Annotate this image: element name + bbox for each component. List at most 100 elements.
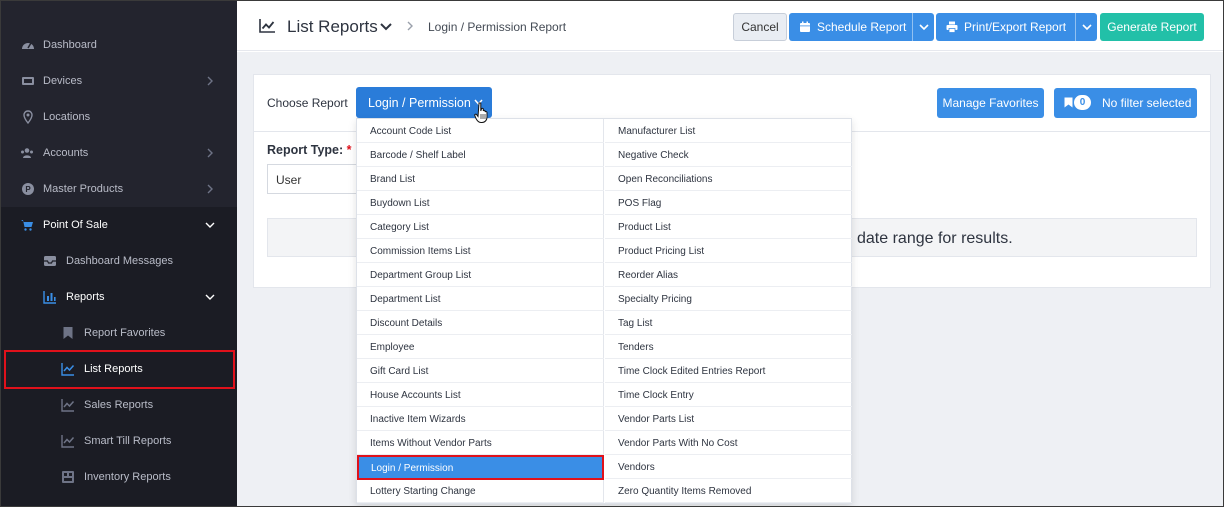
- dropdown-item[interactable]: Commission Items List: [357, 239, 604, 263]
- dropdown-item[interactable]: Vendors: [605, 455, 852, 479]
- dropdown-item[interactable]: Inactive Item Wizards: [357, 407, 604, 431]
- dropdown-item[interactable]: House Accounts List: [357, 383, 604, 407]
- filter-button[interactable]: 0 No filter selected: [1054, 88, 1197, 118]
- bookmark-icon: [1064, 97, 1073, 108]
- dropdown-column-right: Manufacturer List Negative Check Open Reco…: [605, 119, 852, 503]
- chevron-right-icon: [207, 76, 213, 86]
- sidebar-item-sales-reports[interactable]: Sales Reports: [1, 387, 237, 423]
- page-title: List Reports: [287, 17, 378, 36]
- sidebar-item-label: Sales Reports: [84, 399, 154, 411]
- schedule-report-dropdown[interactable]: [912, 13, 934, 41]
- dropdown-column-left: Account Code List Barcode / Shelf Label Br…: [357, 119, 604, 503]
- sidebar-item-inventory-reports[interactable]: Inventory Reports: [1, 459, 237, 506]
- chevron-down-icon[interactable]: [380, 22, 392, 32]
- product-tag-icon: P: [21, 182, 35, 196]
- printer-icon: [946, 21, 958, 33]
- highlight-box: [4, 350, 235, 389]
- dropdown-item[interactable]: Tenders: [605, 335, 852, 359]
- sidebar-item-dashboard-messages[interactable]: Dashboard Messages: [1, 243, 237, 279]
- chevron-right-icon: [207, 148, 213, 158]
- chevron-down-icon: [205, 222, 215, 228]
- breadcrumb-separator-icon: [407, 21, 413, 31]
- inbox-icon: [43, 254, 57, 268]
- dropdown-item[interactable]: Barcode / Shelf Label: [357, 143, 604, 167]
- dropdown-item[interactable]: Open Reconciliations: [605, 167, 852, 191]
- sidebar-item-locations[interactable]: Locations: [1, 99, 237, 135]
- report-type-text: Report Type:: [267, 143, 344, 157]
- top-header: List Reports Login / Permission Report C…: [237, 1, 1223, 51]
- dropdown-item[interactable]: Manufacturer List: [605, 119, 852, 143]
- generate-report-button[interactable]: Generate Report: [1100, 13, 1204, 41]
- dropdown-item[interactable]: Negative Check: [605, 143, 852, 167]
- bookmark-icon: [61, 326, 75, 340]
- sidebar-item-point-of-sale[interactable]: Point Of Sale: [1, 207, 237, 243]
- dropdown-item[interactable]: Login / Permission: [357, 455, 604, 480]
- sidebar-item-label: Smart Till Reports: [84, 435, 172, 447]
- chevron-down-icon: [205, 294, 215, 300]
- sidebar-item-label: Reports: [66, 291, 105, 303]
- dropdown-item[interactable]: Tag List: [605, 311, 852, 335]
- report-type-label: Report Type: *: [267, 143, 352, 157]
- dropdown-item[interactable]: Product Pricing List: [605, 239, 852, 263]
- choose-report-label: Choose Report: [267, 96, 348, 110]
- sidebar-item-label: Accounts: [43, 147, 89, 159]
- dropdown-item[interactable]: POS Flag: [605, 191, 852, 215]
- app-window: Dashboard Devices Locations Accounts P M…: [0, 0, 1224, 507]
- dropdown-item[interactable]: Zero Quantity Items Removed: [605, 479, 852, 503]
- filter-label: No filter selected: [1102, 96, 1192, 110]
- dropdown-item[interactable]: Items Without Vendor Parts: [357, 431, 604, 455]
- dropdown-item[interactable]: Reorder Alias: [605, 263, 852, 287]
- dropdown-item[interactable]: Lottery Starting Change: [357, 479, 604, 503]
- dropdown-item[interactable]: Brand List: [357, 167, 604, 191]
- sidebar-item-report-favorites[interactable]: Report Favorites: [1, 315, 237, 351]
- print-export-button[interactable]: Print/Export Report: [936, 13, 1097, 41]
- chevron-right-icon: [207, 184, 213, 194]
- cancel-button[interactable]: Cancel: [733, 13, 787, 41]
- location-pin-icon: [21, 110, 35, 124]
- sidebar-item-dashboard[interactable]: Dashboard: [1, 27, 237, 63]
- dropdown-item[interactable]: Department Group List: [357, 263, 604, 287]
- print-export-label: Print/Export Report: [964, 20, 1067, 34]
- sidebar-item-reports[interactable]: Reports: [1, 279, 237, 315]
- dropdown-item[interactable]: Vendor Parts With No Cost: [605, 431, 852, 455]
- dropdown-item[interactable]: Buydown List: [357, 191, 604, 215]
- sidebar-item-label: Point Of Sale: [43, 219, 108, 231]
- dashboard-icon: [21, 38, 35, 52]
- schedule-report-label: Schedule Report: [817, 20, 907, 34]
- sidebar-item-label: Master Products: [43, 183, 124, 195]
- calendar-icon: [800, 21, 810, 32]
- dropdown-item[interactable]: Product List: [605, 215, 852, 239]
- sidebar-item-label: Report Favorites: [84, 327, 166, 339]
- line-chart-icon: [259, 19, 275, 33]
- svg-text:P: P: [25, 185, 31, 194]
- sidebar-item-label: Locations: [43, 111, 91, 123]
- hand-cursor-icon: [474, 102, 488, 123]
- dropdown-item[interactable]: Category List: [357, 215, 604, 239]
- dropdown-item[interactable]: Department List: [357, 287, 604, 311]
- sidebar-item-label: Inventory Reports: [84, 471, 171, 483]
- dropdown-item[interactable]: Discount Details: [357, 311, 604, 335]
- sidebar-item-smart-till-reports[interactable]: Smart Till Reports: [1, 423, 237, 459]
- devices-icon: [21, 74, 35, 88]
- dropdown-item[interactable]: Specialty Pricing: [605, 287, 852, 311]
- dropdown-item[interactable]: Time Clock Entry: [605, 383, 852, 407]
- sidebar-item-accounts[interactable]: Accounts: [1, 135, 237, 171]
- print-export-dropdown[interactable]: [1075, 13, 1097, 41]
- manage-favorites-button[interactable]: Manage Favorites: [937, 88, 1044, 118]
- report-type-select[interactable]: User: [267, 164, 362, 194]
- breadcrumb: Login / Permission Report: [428, 20, 567, 34]
- sidebar-item-devices[interactable]: Devices: [1, 63, 237, 99]
- dropdown-item[interactable]: Gift Card List: [357, 359, 604, 383]
- dropdown-item[interactable]: Vendor Parts List: [605, 407, 852, 431]
- sidebar-item-label: Dashboard: [43, 39, 97, 51]
- dropdown-item[interactable]: Time Clock Edited Entries Report: [605, 359, 852, 383]
- dropdown-item[interactable]: Employee: [357, 335, 604, 359]
- sidebar-item-master-products[interactable]: P Master Products: [1, 171, 237, 207]
- users-icon: [20, 146, 34, 160]
- chevron-down-icon: [918, 24, 929, 31]
- sidebar: Dashboard Devices Locations Accounts P M…: [1, 1, 237, 506]
- line-chart-icon: [61, 434, 75, 448]
- choose-report-dropdown-button[interactable]: Login / Permission: [356, 87, 492, 118]
- bar-chart-icon: [43, 290, 57, 304]
- schedule-report-button[interactable]: Schedule Report: [789, 13, 934, 41]
